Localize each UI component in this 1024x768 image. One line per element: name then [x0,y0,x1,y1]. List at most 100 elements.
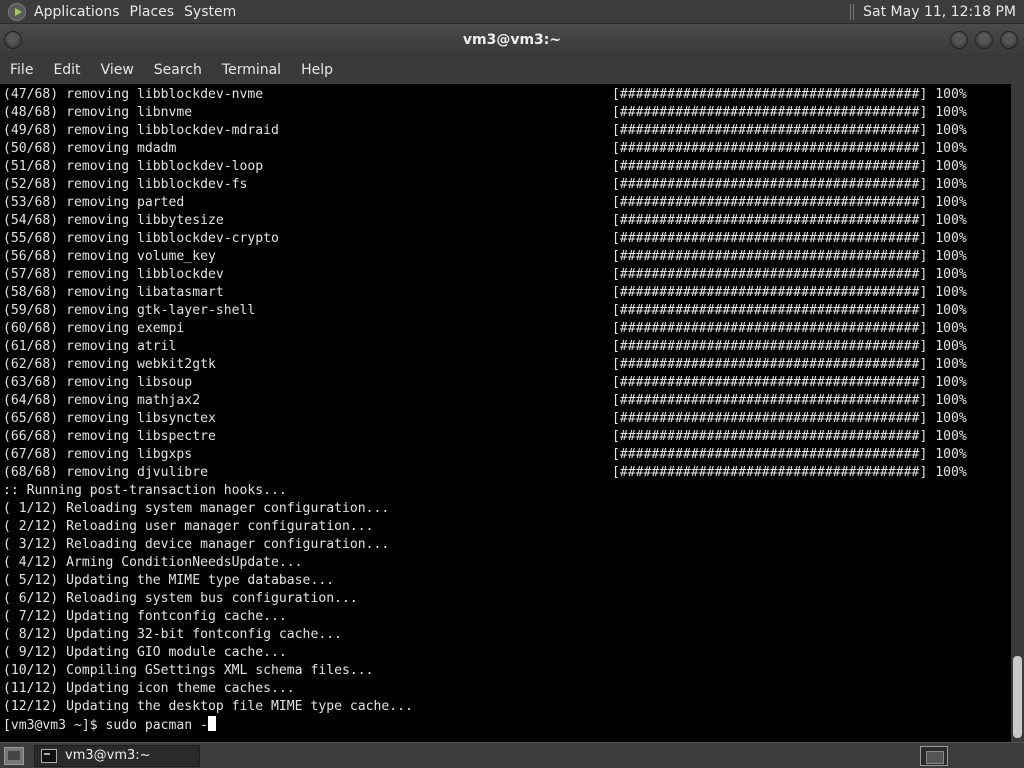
progress-percent: 100% [935,285,967,300]
removal-line: (62/68) removing webkit2gtk [############… [3,356,1011,374]
progress-percent: 100% [935,447,967,462]
progress-bar: [######################################] [612,141,928,156]
progress-bar: [######################################] [612,321,928,336]
removal-line: (67/68) removing libgxps [###############… [3,446,1011,464]
panel-clock[interactable]: Sat May 11, 12:18 PM [863,4,1024,20]
progress-bar: [######################################] [612,105,928,120]
line-text: ( 6/12) Reloading system bus configurati… [3,591,358,606]
progress-bar: [######################################] [612,357,928,372]
line-text: (47/68) removing libblockdev-nvme [3,87,264,102]
progress-indicator: [######################################]… [612,158,967,176]
line-text: (63/68) removing libsoup [3,375,193,390]
prompt-line: [vm3@vm3 ~]$ sudo pacman - [3,716,1011,734]
menu-file[interactable]: File [0,62,43,78]
line-text: (10/12) Compiling GSettings XML schema f… [3,663,374,678]
close-icon[interactable] [1000,31,1018,49]
progress-bar: [######################################] [612,393,928,408]
progress-indicator: [######################################]… [612,356,967,374]
taskbar-button-terminal[interactable]: vm3@vm3:~ [34,744,200,767]
line-text: (48/68) removing libnvme [3,105,193,120]
line-text: (67/68) removing libgxps [3,447,193,462]
menu-edit[interactable]: Edit [43,62,90,78]
progress-bar: [######################################] [612,87,928,102]
removal-line: (52/68) removing libblockdev-fs [########… [3,176,1011,194]
line-text: (58/68) removing libatasmart [3,285,224,300]
mate-logo-icon[interactable] [8,2,26,21]
workspace-icon[interactable] [920,745,948,766]
progress-percent: 100% [935,105,967,120]
line-text: (62/68) removing webkit2gtk [3,357,216,372]
removal-line: (50/68) removing mdadm [#################… [3,140,1011,158]
progress-bar: [######################################] [612,285,928,300]
progress-bar: [######################################] [612,339,928,354]
terminal-menubar: File Edit View Search Terminal Help [0,56,1024,84]
progress-indicator: [######################################]… [612,302,967,320]
removal-line: (58/68) removing libatasmart [###########… [3,284,1011,302]
scrollbar-thumb[interactable] [1013,656,1022,738]
removal-line: (65/68) removing libsynctex [############… [3,410,1011,428]
line-text: ( 2/12) Reloading user manager configura… [3,519,374,534]
hook-line: ( 5/12) Updating the MIME type database.… [3,572,1011,590]
progress-percent: 100% [935,357,967,372]
line-text: (64/68) removing mathjax2 [3,393,201,408]
menu-applications[interactable]: Applications [32,4,128,20]
removal-line: (55/68) removing libblockdev-crypto [####… [3,230,1011,248]
removal-line: (51/68) removing libblockdev-loop [######… [3,158,1011,176]
progress-indicator: [######################################]… [612,464,967,482]
removal-line: (49/68) removing libblockdev-mdraid [####… [3,122,1011,140]
progress-bar: [######################################] [612,375,928,390]
window-titlebar[interactable]: vm3@vm3:~ [0,24,1024,56]
menu-places[interactable]: Places [128,4,183,20]
line-text: (60/68) removing exempi [3,321,185,336]
menu-view[interactable]: View [91,62,144,78]
menu-search[interactable]: Search [144,62,212,78]
progress-bar: [######################################] [612,159,928,174]
progress-percent: 100% [935,465,967,480]
line-text: ( 3/12) Reloading device manager configu… [3,537,390,552]
hooks-header: :: Running post-transaction hooks... [3,482,1011,500]
progress-percent: 100% [935,411,967,426]
bottom-panel: vm3@vm3:~ [0,742,1024,768]
terminal-output[interactable]: (47/68) removing libblockdev-nvme [######… [0,84,1011,742]
progress-bar: [######################################] [612,429,928,444]
line-text: [vm3@vm3 ~]$ sudo pacman - [3,718,208,733]
maximize-icon[interactable] [975,31,993,49]
progress-bar: [######################################] [612,231,928,246]
menu-system[interactable]: System [182,4,244,20]
line-text: ( 7/12) Updating fontconfig cache... [3,609,287,624]
hook-line: (11/12) Updating icon theme caches... [3,680,1011,698]
removal-line: (61/68) removing atril [#################… [3,338,1011,356]
line-text: (59/68) removing gtk-layer-shell [3,303,256,318]
line-text: (66/68) removing libspectre [3,429,216,444]
removal-line: (47/68) removing libblockdev-nvme [######… [3,86,1011,104]
terminal-scrollbar[interactable] [1011,84,1024,742]
progress-indicator: [######################################]… [612,410,967,428]
progress-indicator: [######################################]… [612,320,967,338]
hook-line: ( 7/12) Updating fontconfig cache... [3,608,1011,626]
top-panel: Applications Places System Sat May 11, 1… [0,0,1024,24]
minimize-icon[interactable] [950,31,968,49]
line-text: (57/68) removing libblockdev [3,267,224,282]
progress-bar: [######################################] [612,267,928,282]
hook-line: ( 2/12) Reloading user manager configura… [3,518,1011,536]
progress-indicator: [######################################]… [612,194,967,212]
progress-indicator: [######################################]… [612,248,967,266]
menu-help[interactable]: Help [291,62,343,78]
removal-line: (60/68) removing exempi [################… [3,320,1011,338]
line-text: ( 1/12) Reloading system manager configu… [3,501,390,516]
terminal-icon [41,748,57,763]
line-text: ( 9/12) Updating GIO module cache... [3,645,287,660]
progress-bar: [######################################] [612,465,928,480]
line-text: (50/68) removing mdadm [3,141,177,156]
progress-percent: 100% [935,231,967,246]
progress-indicator: [######################################]… [612,212,967,230]
progress-bar: [######################################] [612,123,928,138]
line-text: (12/12) Updating the desktop file MIME t… [3,699,413,714]
hook-line: ( 4/12) Arming ConditionNeedsUpdate... [3,554,1011,572]
window-menu-icon[interactable] [4,31,22,49]
progress-indicator: [######################################]… [612,284,967,302]
menu-terminal[interactable]: Terminal [212,62,291,78]
progress-percent: 100% [935,249,967,264]
show-desktop-icon[interactable] [4,746,24,765]
progress-bar: [######################################] [612,303,928,318]
